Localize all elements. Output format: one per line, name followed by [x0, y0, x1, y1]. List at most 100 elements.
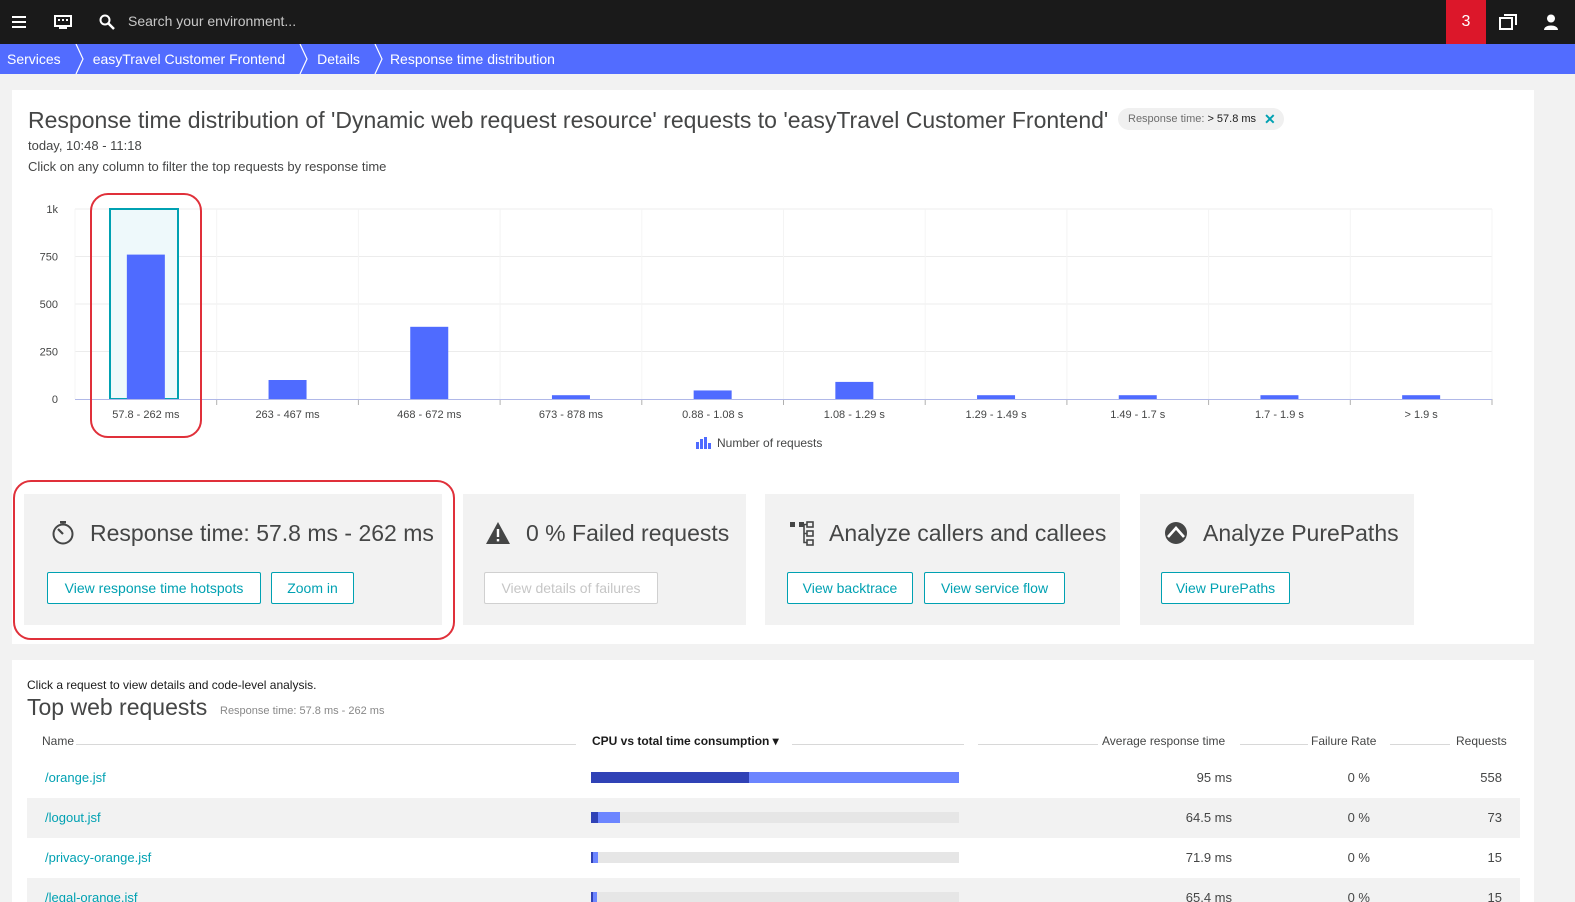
response-time-chart: 02505007501k57.8 - 262 ms 263 - 467 ms 468…: [40, 204, 1493, 421]
divider: [792, 744, 964, 745]
dashboard-icon[interactable]: [52, 0, 74, 44]
column-header-failure-rate[interactable]: Failure Rate: [1311, 734, 1376, 748]
request-name-link[interactable]: /legal-orange.jsf: [45, 890, 138, 902]
top-bar: Search your environment... 3: [0, 0, 1575, 44]
chart-bar[interactable]: [693, 390, 732, 399]
legend-label: Number of requests: [717, 436, 823, 450]
card-title: 0 % Failed requests: [526, 520, 730, 546]
failure-rate: 0 %: [1347, 810, 1370, 825]
avg-response-time: 64.5 ms: [1185, 810, 1232, 825]
x-tick-label: 0.88 - 1.08 s: [682, 409, 744, 421]
y-tick-label: 500: [40, 299, 58, 311]
breadcrumb-label: easyTravel Customer Frontend: [92, 51, 286, 67]
column-header-requests[interactable]: Requests: [1456, 734, 1507, 748]
request-name-link[interactable]: /orange.jsf: [45, 770, 106, 785]
y-tick-label: 0: [52, 394, 58, 406]
cpu-vs-total-bar: [591, 772, 959, 783]
breadcrumb-service[interactable]: easyTravel Customer Frontend: [83, 44, 308, 74]
x-tick-label: 263 - 467 ms: [255, 409, 320, 421]
search-input[interactable]: Search your environment...: [128, 13, 296, 29]
chart-legend: Number of requests: [696, 436, 822, 450]
service-flow-icon: [790, 521, 814, 546]
x-tick-label: > 1.9 s: [1404, 409, 1438, 421]
request-count: 73: [1487, 810, 1502, 825]
divider: [978, 744, 1098, 745]
purepaths-card: Analyze PurePaths View PurePaths: [1140, 494, 1414, 625]
request-count: 15: [1487, 850, 1502, 865]
user-icon[interactable]: [1540, 0, 1562, 44]
cpu-vs-total-bar: [591, 852, 959, 863]
breadcrumb-label: Services: [7, 51, 61, 67]
table-hint: Click a request to view details and code…: [27, 678, 317, 692]
x-tick-label: 468 - 672 ms: [397, 409, 462, 421]
cpu-time-segment: [591, 892, 593, 902]
view-backtrace-button[interactable]: View backtrace: [787, 572, 913, 604]
table-title: Top web requests: [27, 694, 208, 720]
x-tick-label: 1.08 - 1.29 s: [824, 409, 886, 421]
card-title: Analyze PurePaths: [1203, 520, 1399, 546]
table-row[interactable]: /privacy-orange.jsf 71.9 ms 0 % 15: [27, 838, 1520, 878]
divider: [76, 744, 576, 745]
x-tick-label: 673 - 878 ms: [539, 409, 604, 421]
table-row[interactable]: /logout.jsf 64.5 ms 0 % 73: [27, 798, 1520, 838]
failure-rate: 0 %: [1347, 770, 1370, 785]
cpu-time-segment: [591, 772, 750, 783]
x-tick-label: 1.49 - 1.7 s: [1110, 409, 1166, 421]
breadcrumb-label: Response time distribution: [389, 51, 555, 67]
breadcrumb-current: Response time distribution: [382, 44, 571, 74]
request-name-link[interactable]: /privacy-orange.jsf: [45, 850, 151, 865]
breadcrumb-label: Details: [317, 51, 360, 67]
problems-badge[interactable]: 3: [1446, 0, 1486, 44]
failed-requests-card: 0 % Failed requests View details of fail…: [463, 494, 746, 625]
chart-bar[interactable]: [268, 380, 307, 399]
cpu-vs-total-bar: [591, 812, 959, 823]
windows-icon[interactable]: [1497, 0, 1519, 44]
callers-callees-card: Analyze callers and callees View backtra…: [765, 494, 1120, 625]
avg-response-time: 71.9 ms: [1185, 850, 1232, 865]
bar-chart-icon: [696, 437, 711, 449]
highlight-selected-column: [90, 193, 202, 438]
menu-icon[interactable]: [8, 0, 30, 44]
view-service-flow-button[interactable]: View service flow: [924, 572, 1065, 604]
failure-rate: 0 %: [1347, 850, 1370, 865]
failure-rate: 0 %: [1347, 890, 1370, 902]
request-name-link[interactable]: /logout.jsf: [45, 810, 101, 825]
chart-bar[interactable]: [1260, 395, 1299, 399]
divider: [1240, 744, 1308, 745]
cpu-time-segment: [591, 852, 593, 863]
top-requests-panel: Click a request to view details and code…: [12, 660, 1534, 902]
chart-bar[interactable]: [1118, 395, 1157, 399]
purepath-icon: [1165, 522, 1187, 544]
y-tick-label: 1k: [46, 204, 58, 216]
breadcrumb-details[interactable]: Details: [307, 44, 383, 74]
breadcrumb-services[interactable]: Services: [0, 44, 84, 74]
x-tick-label: 1.7 - 1.9 s: [1255, 409, 1304, 421]
table-subtitle: Response time: 57.8 ms - 262 ms: [220, 705, 385, 717]
divider: [1390, 744, 1450, 745]
column-header-avg-response-time[interactable]: Average response time: [1102, 734, 1225, 748]
breadcrumb: Services easyTravel Customer Frontend De…: [0, 44, 1575, 74]
cpu-vs-total-bar: [591, 892, 959, 902]
card-title: Analyze callers and callees: [829, 520, 1107, 546]
table-row[interactable]: /legal-orange.jsf 65.4 ms 0 % 15: [27, 878, 1520, 902]
warning-icon: [486, 522, 510, 544]
y-tick-label: 250: [40, 347, 58, 359]
table-row[interactable]: /orange.jsf 95 ms 0 % 558: [27, 758, 1520, 798]
chart-bar[interactable]: [1402, 395, 1441, 399]
chart-bar[interactable]: [410, 326, 449, 399]
chart-bar[interactable]: [551, 395, 590, 399]
view-details-of-failures-button[interactable]: View details of failures: [484, 572, 658, 604]
x-tick-label: 1.29 - 1.49 s: [965, 409, 1027, 421]
column-header-name[interactable]: Name: [42, 734, 74, 748]
highlight-response-card: [13, 480, 455, 640]
view-purepaths-button[interactable]: View PurePaths: [1161, 572, 1290, 604]
request-count: 558: [1480, 770, 1502, 785]
column-header-cpu[interactable]: CPU vs total time consumption ▾: [592, 734, 779, 748]
chart-bar[interactable]: [835, 381, 874, 399]
y-tick-label: 750: [40, 252, 58, 264]
chart-bar[interactable]: [977, 395, 1016, 399]
cpu-time-segment: [591, 812, 599, 823]
search-icon[interactable]: [96, 0, 118, 44]
request-count: 15: [1487, 890, 1502, 902]
avg-response-time: 65.4 ms: [1185, 890, 1232, 902]
